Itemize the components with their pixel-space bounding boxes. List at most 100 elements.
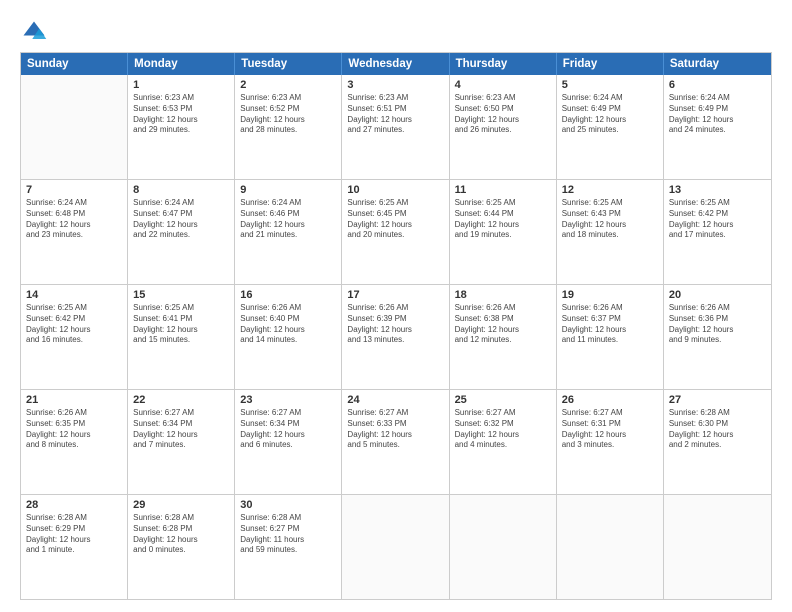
header [20,18,772,46]
cell-info: Sunrise: 6:26 AMSunset: 6:35 PMDaylight:… [26,408,122,451]
cell-info: Sunrise: 6:27 AMSunset: 6:33 PMDaylight:… [347,408,443,451]
day-number: 6 [669,79,766,91]
day-cell-3: 3Sunrise: 6:23 AMSunset: 6:51 PMDaylight… [342,75,449,179]
header-day-friday: Friday [557,53,664,75]
day-number: 26 [562,394,658,406]
cell-info: Sunrise: 6:27 AMSunset: 6:34 PMDaylight:… [133,408,229,451]
header-day-sunday: Sunday [21,53,128,75]
day-number: 15 [133,289,229,301]
day-cell-21: 21 Sunrise: 6:26 AMSunset: 6:35 PMDayligh… [21,390,128,494]
calendar-header-row: SundayMondayTuesdayWednesdayThursdayFrid… [21,53,771,75]
day-cell-11: 11Sunrise: 6:25 AMSunset: 6:44 PMDayligh… [450,180,557,284]
cell-info: Sunrise: 6:26 AMSunset: 6:40 PMDaylight:… [240,303,336,346]
cell-info: Sunrise: 6:25 AMSunset: 6:45 PMDaylight:… [347,198,443,241]
day-cell-7: 7 Sunrise: 6:24 AMSunset: 6:48 PMDaylight… [21,180,128,284]
day-cell-15: 15 Sunrise: 6:25 AMSunset: 6:41 PMDayligh… [128,285,235,389]
cell-info: Sunrise: 6:24 AMSunset: 6:49 PMDaylight:… [669,93,766,136]
day-number: 23 [240,394,336,406]
cell-info: Sunrise: 6:28 AMSunset: 6:28 PMDaylight:… [133,513,229,556]
day-number: 20 [669,289,766,301]
logo [20,18,52,46]
cell-info: Sunrise: 6:23 AMSunset: 6:52 PMDaylight:… [240,93,336,136]
calendar-row-4: 28 Sunrise: 6:28 AMSunset: 6:29 PMDayligh… [21,494,771,599]
cell-info: Sunrise: 6:24 AMSunset: 6:47 PMDaylight:… [133,198,229,241]
cell-info: Sunrise: 6:28 AMSunset: 6:29 PMDaylight:… [26,513,122,556]
day-number: 28 [26,499,122,511]
calendar: SundayMondayTuesdayWednesdayThursdayFrid… [20,52,772,600]
day-number: 9 [240,184,336,196]
cell-info: Sunrise: 6:26 AMSunset: 6:38 PMDaylight:… [455,303,551,346]
cell-info: Sunrise: 6:25 AMSunset: 6:44 PMDaylight:… [455,198,551,241]
header-day-thursday: Thursday [450,53,557,75]
header-day-monday: Monday [128,53,235,75]
day-number: 1 [133,79,229,91]
day-cell-12: 12 Sunrise: 6:25 AMSunset: 6:43 PMDayligh… [557,180,664,284]
day-cell-27: 27Sunrise: 6:28 AMSunset: 6:30 PMDayligh… [664,390,771,494]
day-number: 2 [240,79,336,91]
empty-cell-r4c5 [557,495,664,599]
cell-info: Sunrise: 6:24 AMSunset: 6:46 PMDaylight:… [240,198,336,241]
day-cell-17: 17 Sunrise: 6:26 AMSunset: 6:39 PMDayligh… [342,285,449,389]
day-cell-10: 10Sunrise: 6:25 AMSunset: 6:45 PMDayligh… [342,180,449,284]
calendar-row-0: 1 Sunrise: 6:23 AMSunset: 6:53 PMDaylight… [21,75,771,179]
cell-info: Sunrise: 6:26 AMSunset: 6:39 PMDaylight:… [347,303,443,346]
cell-info: Sunrise: 6:28 AMSunset: 6:30 PMDaylight:… [669,408,766,451]
calendar-row-1: 7 Sunrise: 6:24 AMSunset: 6:48 PMDaylight… [21,179,771,284]
day-number: 29 [133,499,229,511]
calendar-row-3: 21 Sunrise: 6:26 AMSunset: 6:35 PMDayligh… [21,389,771,494]
day-number: 22 [133,394,229,406]
day-cell-4: 4 Sunrise: 6:23 AMSunset: 6:50 PMDaylight… [450,75,557,179]
day-cell-25: 25 Sunrise: 6:27 AMSunset: 6:32 PMDayligh… [450,390,557,494]
day-number: 7 [26,184,122,196]
day-cell-13: 13 Sunrise: 6:25 AMSunset: 6:42 PMDayligh… [664,180,771,284]
cell-info: Sunrise: 6:26 AMSunset: 6:36 PMDaylight:… [669,303,766,346]
cell-info: Sunrise: 6:27 AMSunset: 6:34 PMDaylight:… [240,408,336,451]
cell-info: Sunrise: 6:24 AMSunset: 6:48 PMDaylight:… [26,198,122,241]
day-number: 5 [562,79,658,91]
day-number: 3 [347,79,443,91]
empty-cell-r4c6 [664,495,771,599]
cell-info: Sunrise: 6:28 AMSunset: 6:27 PMDaylight:… [240,513,336,556]
cell-info: Sunrise: 6:27 AMSunset: 6:31 PMDaylight:… [562,408,658,451]
day-cell-26: 26 Sunrise: 6:27 AMSunset: 6:31 PMDayligh… [557,390,664,494]
day-cell-28: 28 Sunrise: 6:28 AMSunset: 6:29 PMDayligh… [21,495,128,599]
cell-info: Sunrise: 6:27 AMSunset: 6:32 PMDaylight:… [455,408,551,451]
day-number: 4 [455,79,551,91]
day-number: 18 [455,289,551,301]
calendar-body: 1 Sunrise: 6:23 AMSunset: 6:53 PMDaylight… [21,75,771,599]
cell-info: Sunrise: 6:23 AMSunset: 6:53 PMDaylight:… [133,93,229,136]
cell-info: Sunrise: 6:24 AMSunset: 6:49 PMDaylight:… [562,93,658,136]
day-cell-18: 18 Sunrise: 6:26 AMSunset: 6:38 PMDayligh… [450,285,557,389]
day-number: 8 [133,184,229,196]
day-cell-2: 2 Sunrise: 6:23 AMSunset: 6:52 PMDaylight… [235,75,342,179]
day-number: 12 [562,184,658,196]
cell-info: Sunrise: 6:25 AMSunset: 6:41 PMDaylight:… [133,303,229,346]
day-number: 14 [26,289,122,301]
day-cell-8: 8 Sunrise: 6:24 AMSunset: 6:47 PMDaylight… [128,180,235,284]
day-number: 16 [240,289,336,301]
day-cell-20: 20 Sunrise: 6:26 AMSunset: 6:36 PMDayligh… [664,285,771,389]
empty-cell-r4c3 [342,495,449,599]
day-cell-6: 6 Sunrise: 6:24 AMSunset: 6:49 PMDaylight… [664,75,771,179]
cell-info: Sunrise: 6:26 AMSunset: 6:37 PMDaylight:… [562,303,658,346]
day-cell-19: 19 Sunrise: 6:26 AMSunset: 6:37 PMDayligh… [557,285,664,389]
calendar-row-2: 14Sunrise: 6:25 AMSunset: 6:42 PMDayligh… [21,284,771,389]
header-day-tuesday: Tuesday [235,53,342,75]
day-cell-30: 30Sunrise: 6:28 AMSunset: 6:27 PMDayligh… [235,495,342,599]
day-number: 25 [455,394,551,406]
cell-info: Sunrise: 6:25 AMSunset: 6:42 PMDaylight:… [669,198,766,241]
page: SundayMondayTuesdayWednesdayThursdayFrid… [0,0,792,612]
day-number: 17 [347,289,443,301]
day-number: 13 [669,184,766,196]
day-number: 19 [562,289,658,301]
day-number: 21 [26,394,122,406]
day-number: 24 [347,394,443,406]
empty-cell-r0c0 [21,75,128,179]
day-cell-14: 14Sunrise: 6:25 AMSunset: 6:42 PMDayligh… [21,285,128,389]
cell-info: Sunrise: 6:23 AMSunset: 6:50 PMDaylight:… [455,93,551,136]
day-cell-23: 23 Sunrise: 6:27 AMSunset: 6:34 PMDayligh… [235,390,342,494]
cell-info: Sunrise: 6:25 AMSunset: 6:43 PMDaylight:… [562,198,658,241]
day-cell-24: 24 Sunrise: 6:27 AMSunset: 6:33 PMDayligh… [342,390,449,494]
day-cell-9: 9 Sunrise: 6:24 AMSunset: 6:46 PMDaylight… [235,180,342,284]
logo-icon [20,18,48,46]
